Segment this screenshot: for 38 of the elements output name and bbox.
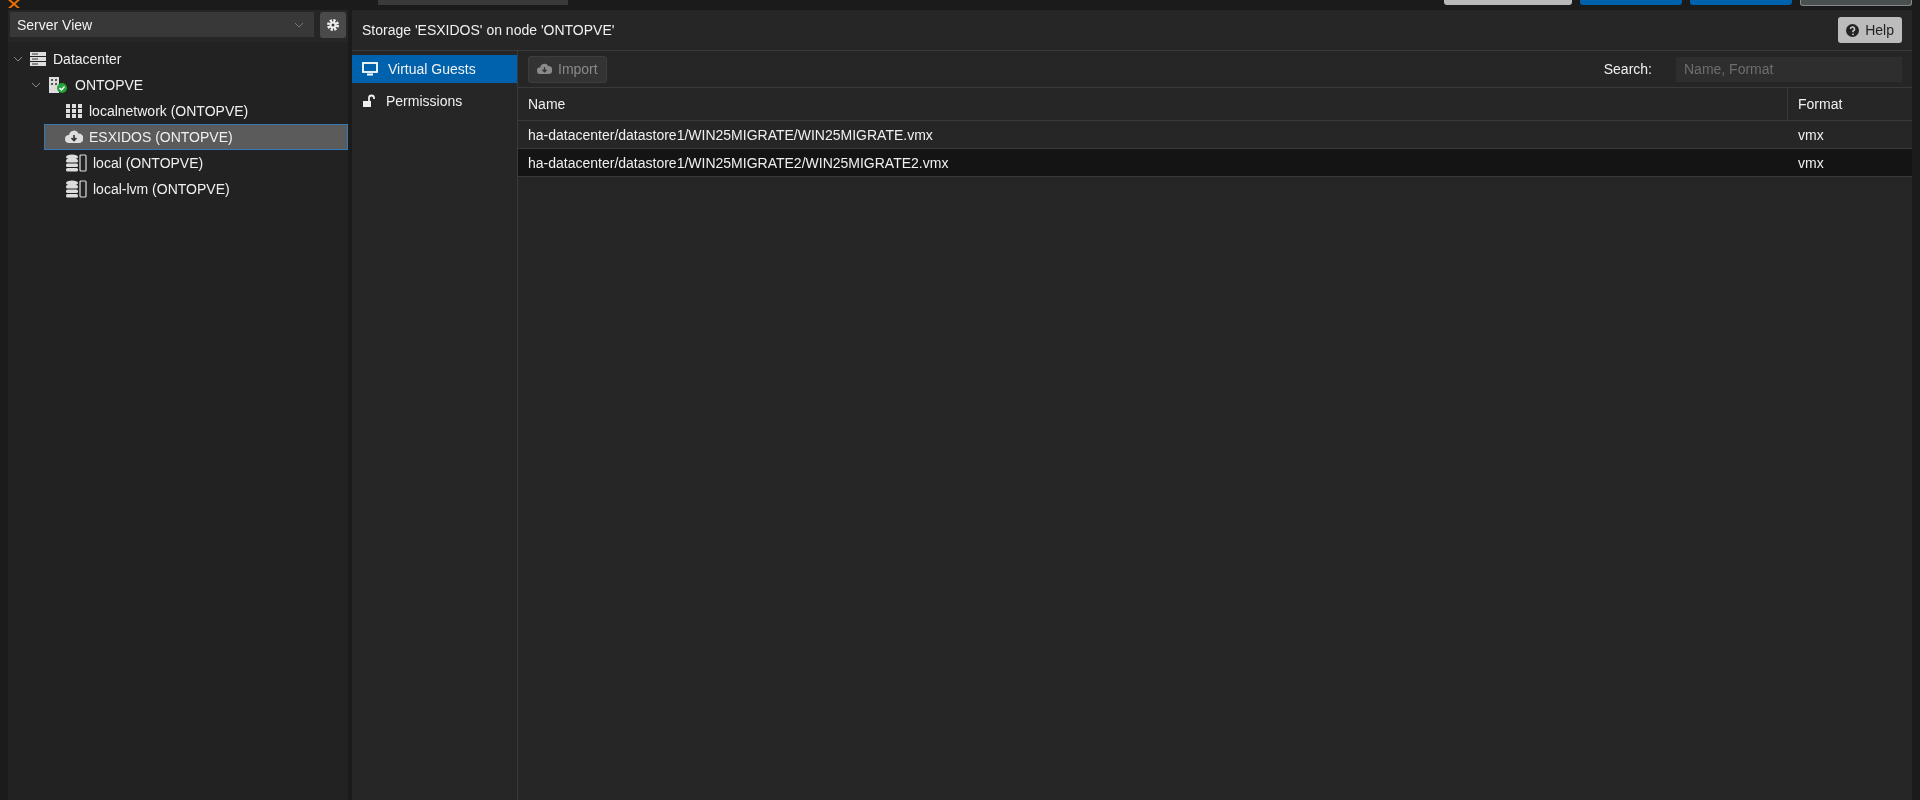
column-header[interactable]: Name (518, 88, 1787, 120)
cloud-download-icon (65, 130, 83, 144)
search-field[interactable]: Name, Format (1676, 56, 1902, 82)
tree-item[interactable]: ONTOPVE (26, 72, 348, 98)
tree-item[interactable]: local-lvm (ONTOPVE) (44, 176, 348, 202)
tree-item[interactable]: localnetwork (ONTOPVE) (44, 98, 348, 124)
database-icon (65, 180, 87, 198)
help-icon (1846, 23, 1860, 37)
table-cell-text: ha-datacenter/datastore1/WIN25MIGRATE/WIN25MIGRATE.vmx (527, 125, 934, 145)
monitor-icon (362, 62, 378, 76)
table-row[interactable]: ha-datacenter/datastore1/WIN25MIGRATE2/WIN25MIGRATE2.vmx vmx (518, 149, 1912, 177)
caret-icon[interactable] (31, 81, 41, 89)
settings-button[interactable] (320, 12, 346, 38)
table-cell-text: vmx (1797, 125, 1825, 145)
database-icon (65, 154, 87, 172)
unlock-icon (362, 94, 376, 108)
table-cell-text: vmx (1797, 153, 1825, 173)
nav-tab[interactable]: Virtual Guests (352, 55, 517, 83)
view-dropdown[interactable]: Server View (10, 12, 314, 37)
logo-icon (8, 0, 20, 8)
caret-icon[interactable] (13, 55, 23, 63)
tree-item[interactable]: ESXIDOS (ONTOPVE) (44, 124, 348, 150)
tree-item[interactable]: Datacenter (8, 46, 348, 72)
server-check-icon (47, 76, 69, 94)
panel-title: Storage 'ESXIDOS' on node 'ONTOPVE' (362, 22, 615, 38)
tree-item[interactable]: local (ONTOPVE) (44, 150, 348, 176)
nav-tab[interactable]: Permissions (352, 87, 517, 115)
grid-icon (65, 103, 83, 119)
cloud-download-icon (537, 63, 552, 75)
toolbar-button[interactable] (1800, 0, 1912, 6)
chevron-down-icon (294, 21, 304, 28)
search-field[interactable] (378, 0, 568, 5)
server-rack-icon (29, 51, 47, 67)
table-cell-text: ha-datacenter/datastore1/WIN25MIGRATE2/WIN25MIGRATE2.vmx (527, 153, 950, 173)
help-button[interactable]: Help (1838, 17, 1902, 43)
search-label: Search: (1603, 61, 1652, 77)
settings-icon (326, 18, 340, 32)
column-header[interactable]: Format (1787, 88, 1912, 120)
